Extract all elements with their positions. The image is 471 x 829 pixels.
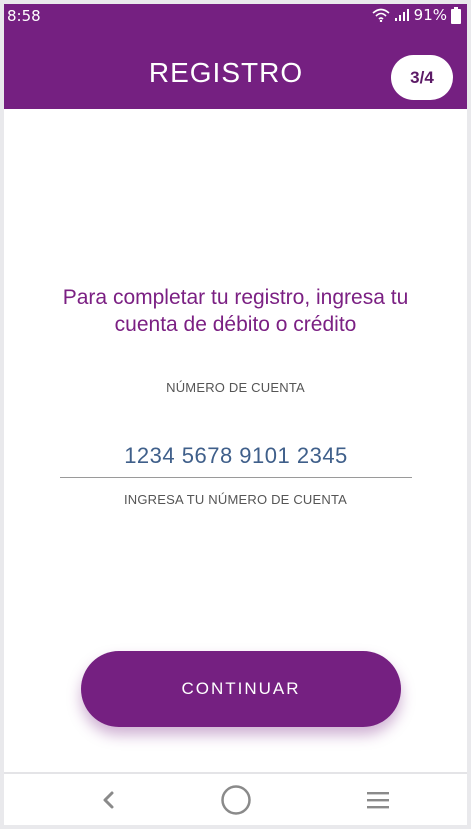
status-time: 8:58	[7, 7, 41, 25]
account-helper-text: INGRESA TU NÚMERO DE CUENTA	[123, 492, 348, 507]
battery-icon	[451, 6, 461, 24]
page-title: REGISTRO	[148, 57, 304, 88]
signal-icon	[394, 8, 410, 22]
navigation-bar	[4, 772, 467, 825]
device-frame: 8:58 91% REGISTRO 3/4 Para completar tu …	[0, 0, 471, 829]
app-header: REGISTRO 3/4	[4, 30, 467, 109]
account-number-label: NÚMERO DE CUENTA	[166, 380, 305, 395]
step-indicator-badge: 3/4	[391, 55, 453, 100]
status-icons: 91%	[372, 6, 461, 24]
instruction-text: Para completar tu registro, ingresa tu c…	[62, 286, 409, 336]
status-bar: 8:58 91%	[4, 4, 467, 30]
battery-percent: 91%	[413, 6, 447, 24]
home-icon[interactable]	[216, 784, 256, 816]
account-number-input[interactable]	[60, 434, 412, 478]
back-icon[interactable]	[88, 784, 128, 816]
app-screen: 8:58 91% REGISTRO 3/4 Para completar tu …	[4, 4, 467, 825]
wifi-icon	[372, 8, 390, 22]
continue-button[interactable]: CONTINUAR	[81, 651, 401, 727]
menu-icon[interactable]	[358, 784, 398, 816]
